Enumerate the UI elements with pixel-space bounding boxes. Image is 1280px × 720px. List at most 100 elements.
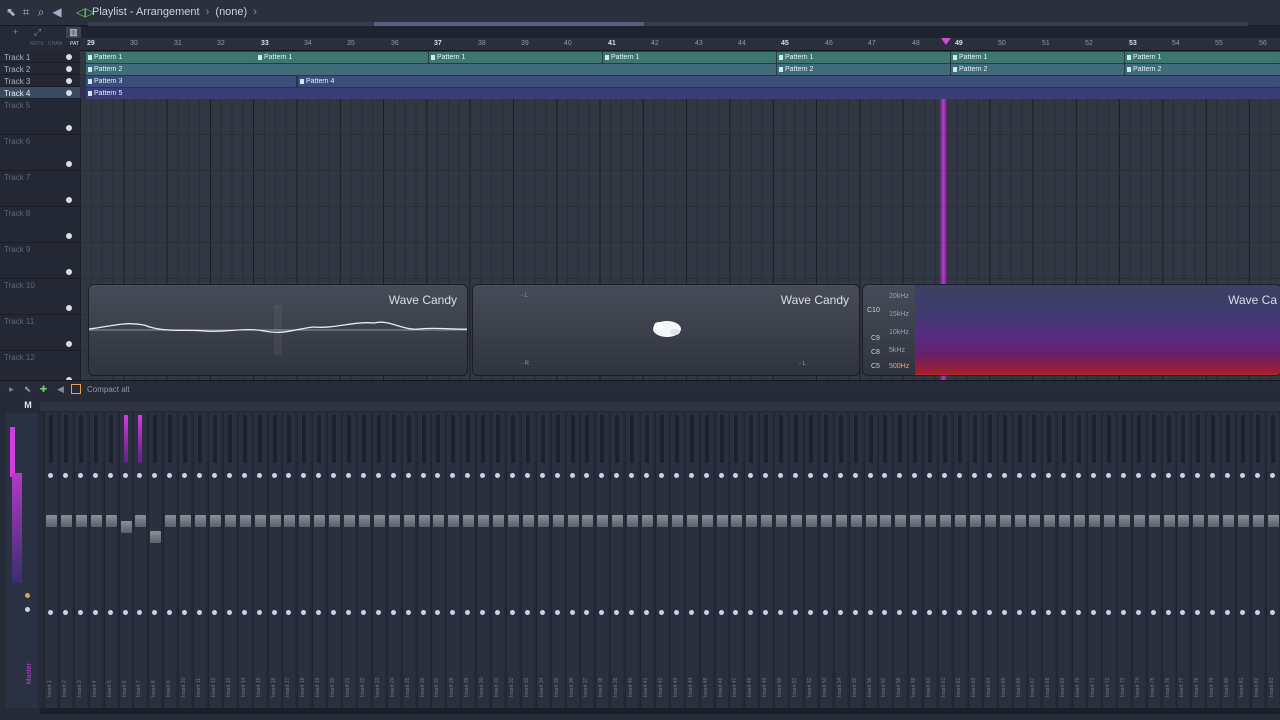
insert-send-knob[interactable]	[1180, 610, 1185, 615]
track-mute-led[interactable]	[66, 90, 72, 96]
insert-send-knob[interactable]	[1002, 610, 1007, 615]
mixer-insert-strip[interactable]: Insert 72	[1102, 413, 1115, 708]
mixer-insert-strip[interactable]: Insert 61	[938, 413, 951, 708]
insert-pan-knob[interactable]	[1195, 473, 1200, 478]
mixer-insert-strip[interactable]: Insert 76	[1162, 413, 1175, 708]
insert-send-knob[interactable]	[733, 610, 738, 615]
insert-send-knob[interactable]	[987, 610, 992, 615]
wave-candy-oscilloscope[interactable]: Wave Candy	[88, 284, 468, 376]
insert-fader[interactable]	[880, 515, 891, 527]
wave-candy-vectorscope[interactable]: Wave Candy - L - R - L	[472, 284, 860, 376]
insert-fader[interactable]	[389, 515, 400, 527]
insert-pan-knob[interactable]	[286, 473, 291, 478]
insert-pan-knob[interactable]	[689, 473, 694, 478]
mixer-insert-strip[interactable]: Insert 43	[670, 413, 683, 708]
insert-fader[interactable]	[180, 515, 191, 527]
insert-send-knob[interactable]	[450, 610, 455, 615]
track-row[interactable]	[80, 135, 1280, 171]
insert-fader[interactable]	[240, 515, 251, 527]
mixer-insert-strip[interactable]: Insert 70	[1072, 413, 1085, 708]
insert-fader[interactable]	[1044, 515, 1055, 527]
insert-send-knob[interactable]	[942, 610, 947, 615]
insert-fader[interactable]	[895, 515, 906, 527]
insert-fader[interactable]	[1193, 515, 1204, 527]
insert-fader[interactable]	[523, 515, 534, 527]
insert-fader[interactable]	[582, 515, 593, 527]
insert-pan-knob[interactable]	[1255, 473, 1260, 478]
mixer-insert-strip[interactable]: Insert 27	[431, 413, 444, 708]
insert-fader[interactable]	[538, 515, 549, 527]
mixer-insert-strip[interactable]: Insert 8	[148, 413, 161, 708]
master-strip[interactable]: Master	[6, 413, 38, 708]
mixer-insert-strip[interactable]: Insert 65	[998, 413, 1011, 708]
mixer-insert-strip[interactable]: Insert 49	[759, 413, 772, 708]
insert-send-knob[interactable]	[465, 610, 470, 615]
track-header[interactable]: Track 2	[0, 63, 80, 75]
insert-fader[interactable]	[910, 515, 921, 527]
insert-pan-knob[interactable]	[733, 473, 738, 478]
insert-send-knob[interactable]	[495, 610, 500, 615]
insert-pan-knob[interactable]	[212, 473, 217, 478]
mixer-insert-strip[interactable]: Insert 78	[1191, 413, 1204, 708]
mixer-insert-strip[interactable]: Insert 51	[789, 413, 802, 708]
track-header[interactable]: Track 1	[0, 51, 80, 63]
insert-fader[interactable]	[597, 515, 608, 527]
insert-fader[interactable]	[135, 515, 146, 527]
insert-send-knob[interactable]	[1195, 610, 1200, 615]
insert-send-knob[interactable]	[525, 610, 530, 615]
mixer-insert-strip[interactable]: Insert 59	[908, 413, 921, 708]
mixer-insert-strip[interactable]: Insert 4	[89, 413, 102, 708]
mixer-insert-strip[interactable]: Insert 56	[864, 413, 877, 708]
insert-pan-knob[interactable]	[137, 473, 142, 478]
insert-pan-knob[interactable]	[629, 473, 634, 478]
mixer-insert-strip[interactable]: Insert 3	[74, 413, 87, 708]
insert-send-knob[interactable]	[882, 610, 887, 615]
piano-icon[interactable]: ▥	[66, 27, 81, 38]
insert-send-knob[interactable]	[93, 610, 98, 615]
track-header[interactable]: Track 11	[0, 315, 80, 351]
insert-pan-knob[interactable]	[63, 473, 68, 478]
insert-fader[interactable]	[746, 515, 757, 527]
clip-pattern-1[interactable]: Pattern 1	[951, 52, 1124, 63]
insert-pan-knob[interactable]	[227, 473, 232, 478]
clip-pattern-1[interactable]: Pattern 1	[256, 52, 428, 63]
insert-fader[interactable]	[1149, 515, 1160, 527]
insert-send-knob[interactable]	[1166, 610, 1171, 615]
mixer-insert-strip[interactable]: Insert 50	[774, 413, 787, 708]
insert-fader[interactable]	[940, 515, 951, 527]
master-pan-knob[interactable]	[25, 593, 30, 598]
insert-send-knob[interactable]	[421, 610, 426, 615]
insert-send-knob[interactable]	[510, 610, 515, 615]
mixer-insert-strip[interactable]: Insert 42	[655, 413, 668, 708]
insert-fader[interactable]	[46, 515, 57, 527]
insert-pan-knob[interactable]	[719, 473, 724, 478]
clip-pattern-3[interactable]: Pattern 3	[86, 76, 296, 87]
insert-send-knob[interactable]	[1031, 610, 1036, 615]
insert-pan-knob[interactable]	[972, 473, 977, 478]
mixer-insert-strip[interactable]: Insert 41	[640, 413, 653, 708]
insert-fader[interactable]	[284, 515, 295, 527]
insert-send-knob[interactable]	[778, 610, 783, 615]
mixer-insert-strip[interactable]: Insert 74	[1132, 413, 1145, 708]
insert-fader[interactable]	[970, 515, 981, 527]
track-mute-led[interactable]	[66, 78, 72, 84]
mixer-insert-strip[interactable]: Insert 46	[715, 413, 728, 708]
add-track-icon[interactable]: +	[8, 27, 23, 38]
mixer-add-icon[interactable]: ✚	[38, 384, 49, 395]
mixer-insert-strip[interactable]: Insert 25	[402, 413, 415, 708]
insert-send-knob[interactable]	[793, 610, 798, 615]
mixer-insert-strip[interactable]: Insert 1	[44, 413, 57, 708]
insert-fader[interactable]	[702, 515, 713, 527]
insert-pan-knob[interactable]	[197, 473, 202, 478]
track-row[interactable]	[80, 243, 1280, 279]
track-mute-led[interactable]	[66, 341, 72, 347]
mixer-insert-strip[interactable]: Insert 30	[476, 413, 489, 708]
insert-fader[interactable]	[672, 515, 683, 527]
insert-pan-knob[interactable]	[1106, 473, 1111, 478]
insert-send-knob[interactable]	[316, 610, 321, 615]
playhead-marker[interactable]	[941, 38, 951, 45]
insert-pan-knob[interactable]	[1061, 473, 1066, 478]
mixer-insert-strip[interactable]: Insert 38	[595, 413, 608, 708]
insert-fader[interactable]	[1253, 515, 1264, 527]
insert-pan-knob[interactable]	[108, 473, 113, 478]
